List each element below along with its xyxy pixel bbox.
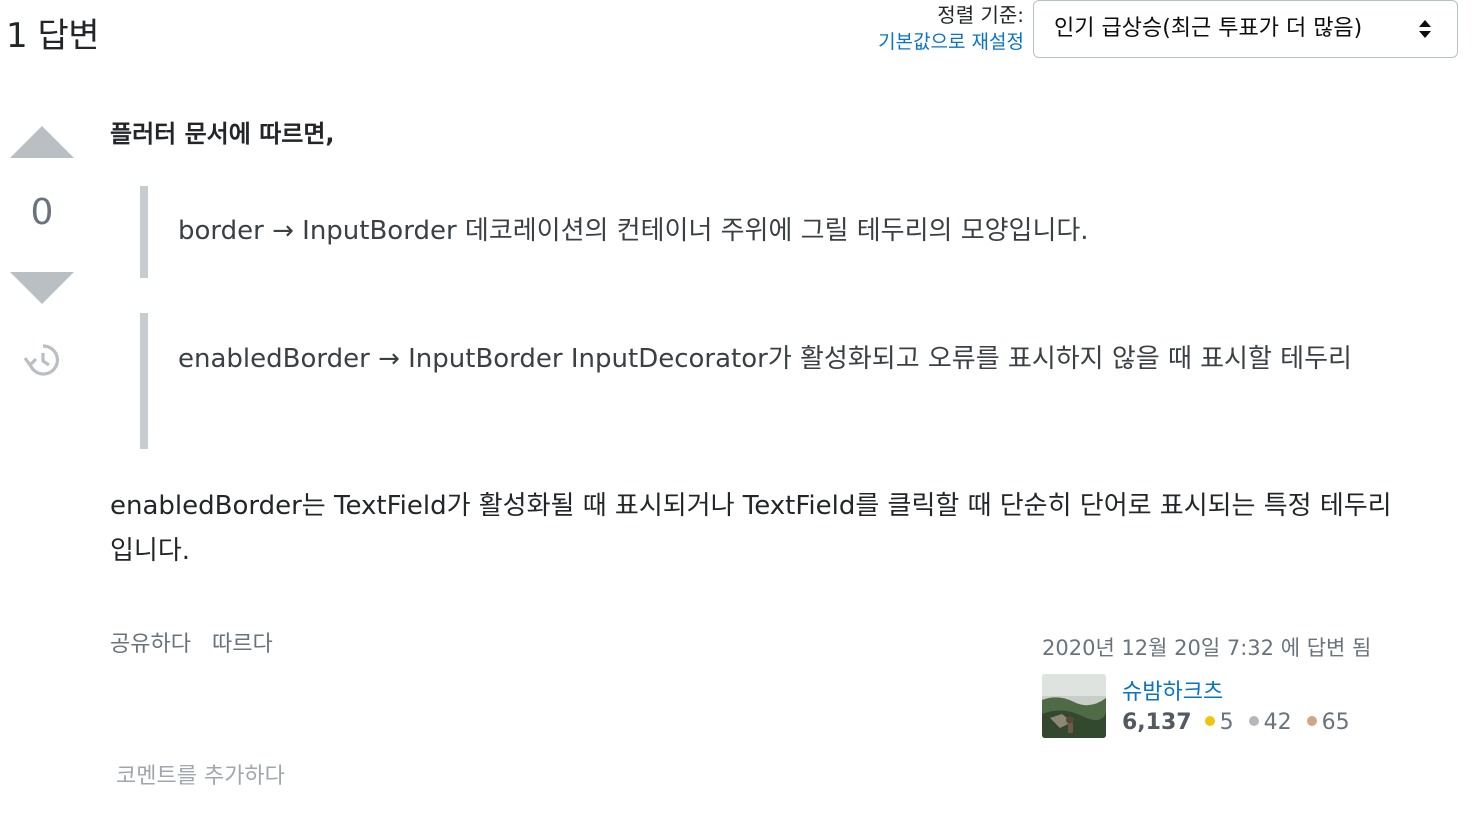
answered-time: 2020년 12월 20일 7:32 에 답변 됨 — [1042, 636, 1372, 660]
blockquote: border → InputBorder 데코레이션의 컨테이너 주위에 그릴 … — [140, 186, 1370, 278]
user-reputation: 6,137 5 42 65 — [1122, 710, 1358, 735]
follow-link[interactable]: 따르다 — [212, 632, 273, 657]
gold-badges: 5 — [1204, 710, 1234, 735]
add-comment-link[interactable]: 코멘트를 추가하다 — [116, 758, 285, 790]
blockquote-text: enabledBorder → InputBorder InputDecorat… — [178, 344, 1352, 374]
silver-badge-count: 42 — [1263, 710, 1292, 735]
vote-count: 0 — [30, 192, 54, 233]
sort-reset-link[interactable]: 기본값으로 재설정 — [878, 28, 1024, 56]
bronze-badges: 65 — [1306, 710, 1350, 735]
sort-select[interactable]: 인기 급상승(최근 투표가 더 많음) — [1033, 0, 1458, 58]
sort-label-group: 정렬 기준: 기본값으로 재설정 — [878, 2, 1024, 56]
answer-paragraph: enabledBorder는 TextField가 활성화될 때 표시되거나 T… — [110, 491, 1392, 566]
bronze-badge-icon — [1306, 716, 1317, 726]
blockquote: enabledBorder → InputBorder InputDecorat… — [140, 313, 1370, 449]
gold-badge-count: 5 — [1219, 710, 1234, 735]
blockquote-text: border → InputBorder 데코레이션의 컨테이너 주위에 그릴 … — [178, 216, 1089, 246]
upvote-button[interactable] — [10, 126, 74, 158]
avatar-image — [1042, 674, 1106, 738]
share-link[interactable]: 공유하다 — [110, 632, 191, 657]
answers-count-heading: 1 답변 — [6, 16, 100, 56]
user-name-link[interactable]: 슈밤하크츠 — [1122, 674, 1223, 706]
gold-badge-icon — [1204, 716, 1215, 726]
user-card: 2020년 12월 20일 7:32 에 답변 됨 슈밤하크츠 6,137 5 … — [1042, 632, 1462, 738]
select-arrows-icon — [1419, 20, 1431, 38]
history-icon[interactable] — [24, 342, 60, 378]
sort-label: 정렬 기준: — [937, 3, 1024, 27]
post-menu: 공유하다 따르다 — [110, 626, 287, 658]
sort-selected-value: 인기 급상승(최근 투표가 더 많음) — [1054, 16, 1363, 41]
silver-badges: 42 — [1248, 710, 1292, 735]
downvote-button[interactable] — [10, 272, 74, 304]
answer-intro: 플러터 문서에 따르면, — [110, 120, 335, 148]
reputation-score: 6,137 — [1122, 710, 1192, 735]
bronze-badge-count: 65 — [1321, 710, 1350, 735]
avatar[interactable] — [1042, 674, 1106, 738]
silver-badge-icon — [1248, 716, 1259, 726]
